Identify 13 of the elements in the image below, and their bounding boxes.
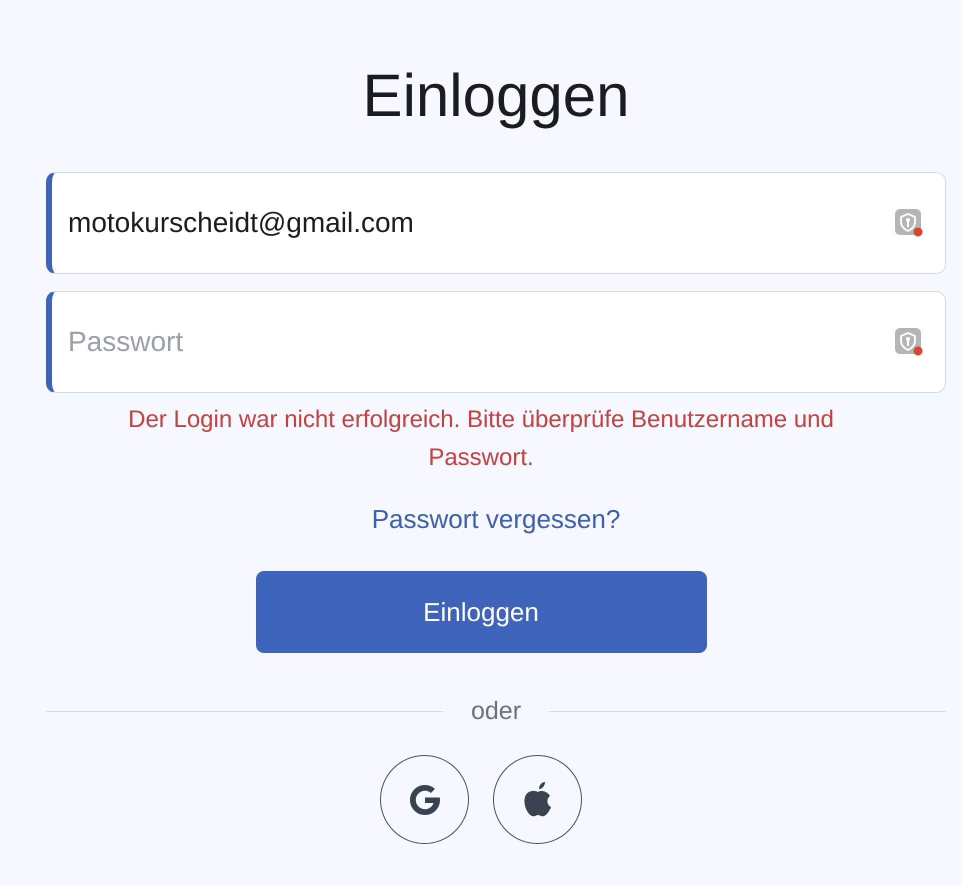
google-login-button[interactable] (380, 755, 469, 844)
divider-label: oder (470, 696, 522, 727)
email-field[interactable]: motokurscheidt@gmail.com (46, 172, 946, 274)
apple-login-button[interactable] (493, 755, 582, 844)
password-input[interactable]: Passwort (68, 321, 895, 363)
password-manager-icon[interactable] (895, 328, 923, 356)
error-message: Der Login war nicht erfolgreich. Bitte überprüfe Benutzername und Passwort. (127, 405, 835, 473)
login-button[interactable]: Einloggen (256, 571, 706, 653)
password-manager-icon[interactable] (895, 209, 923, 237)
page-title: Einloggen (362, 61, 630, 131)
forgot-password-link[interactable]: Passwort vergessen? (372, 499, 620, 539)
password-field[interactable]: Passwort (46, 291, 946, 393)
email-input[interactable]: motokurscheidt@gmail.com (68, 202, 895, 244)
